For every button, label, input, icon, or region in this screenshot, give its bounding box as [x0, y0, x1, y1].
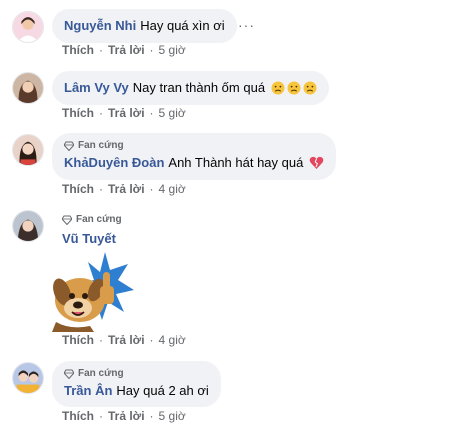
- comment-bubble: Fan cứng Trần Ân Hay quá 2 ah ơi: [52, 361, 221, 407]
- separator-dot: ·: [99, 182, 103, 196]
- comment-text: Nay tran thành ốm quá: [132, 80, 266, 95]
- reply-link[interactable]: Trả lời: [108, 182, 145, 197]
- avatar-image: [13, 135, 43, 165]
- separator-dot: ·: [149, 182, 154, 196]
- timestamp-link[interactable]: 5 giờ: [159, 106, 186, 121]
- comment-author[interactable]: Nguyễn Nhi: [64, 18, 136, 33]
- sad-face-icon: [303, 81, 317, 99]
- separator-dot: ·: [99, 333, 103, 347]
- more-horizontal-icon[interactable]: ···: [238, 18, 255, 32]
- comment-list: Nguyễn Nhi Hay quá xìn ơi ··· Thích · Trả…: [0, 0, 475, 429]
- like-link[interactable]: Thích: [62, 43, 94, 58]
- avatar-image: [13, 211, 43, 241]
- like-link[interactable]: Thích: [62, 106, 94, 121]
- comment-actions: Thích · Trả lời · 4 giờ: [62, 333, 186, 348]
- badge-label: Fan cứng: [76, 214, 122, 225]
- timestamp-link[interactable]: 5 giờ: [159, 43, 186, 58]
- reply-link[interactable]: Trả lời: [108, 43, 145, 58]
- separator-dot: ·: [149, 43, 154, 57]
- avatar[interactable]: [12, 72, 44, 104]
- separator-dot: ·: [149, 409, 154, 423]
- separator-dot: ·: [149, 106, 154, 120]
- reply-link[interactable]: Trả lời: [108, 409, 145, 424]
- broken-heart-icon: [309, 156, 324, 174]
- like-link[interactable]: Thích: [62, 182, 94, 197]
- fan-badge: Fan cứng: [64, 140, 324, 152]
- comment-actions: Thích · Trả lời · 5 giờ: [62, 43, 186, 58]
- comment-text: Hay quá 2 ah ơi: [116, 383, 209, 398]
- avatar-image: [13, 12, 43, 42]
- diamond-icon: [62, 215, 72, 225]
- reply-link[interactable]: Trả lời: [108, 106, 145, 121]
- comment-author[interactable]: Lâm Vy Vy: [64, 80, 129, 95]
- separator-dot: ·: [99, 106, 103, 120]
- badge-label: Fan cứng: [78, 368, 124, 379]
- timestamp-link[interactable]: 4 giờ: [159, 333, 186, 348]
- sad-face-icon: [287, 81, 301, 99]
- comment-bubble: Nguyễn Nhi Hay quá xìn ơi: [52, 9, 237, 43]
- comment-author[interactable]: Vũ Tuyết: [62, 231, 116, 246]
- diamond-icon: [64, 369, 74, 379]
- like-link[interactable]: Thích: [62, 333, 94, 348]
- comment-actions: Thích · Trả lời · 4 giờ: [62, 182, 186, 197]
- avatar[interactable]: [12, 134, 44, 166]
- comment-text: Hay quá xìn ơi: [140, 18, 225, 33]
- comment-bubble: Fan cứng KhảDuyên Đoàn Anh Thành hát hay …: [52, 133, 336, 180]
- like-link[interactable]: Thích: [62, 409, 94, 424]
- comment-actions: Thích · Trả lời · 5 giờ: [62, 409, 186, 424]
- fan-badge: Fan cứng: [64, 368, 209, 380]
- comment-bubble: Lâm Vy Vy Nay tran thành ốm quá: [52, 71, 329, 105]
- comment-text: Anh Thành hát hay quá: [168, 155, 304, 170]
- avatar[interactable]: [12, 362, 44, 394]
- comment-author[interactable]: KhảDuyên Đoàn: [64, 155, 164, 170]
- avatar-image: [13, 73, 43, 103]
- sad-face-icon: [271, 81, 285, 99]
- dog-thumbs-up-sticker[interactable]: [50, 250, 134, 337]
- comment-header: Fan cứng Vũ Tuyết: [62, 214, 122, 247]
- fan-badge: Fan cứng: [62, 214, 122, 226]
- avatar[interactable]: [12, 11, 44, 43]
- avatar-image: [13, 363, 43, 393]
- timestamp-link[interactable]: 4 giờ: [159, 182, 186, 197]
- avatar[interactable]: [12, 210, 44, 242]
- reply-link[interactable]: Trả lời: [108, 333, 145, 348]
- comment-author[interactable]: Trần Ân: [64, 383, 112, 398]
- separator-dot: ·: [99, 43, 103, 57]
- comment-actions: Thích · Trả lời · 5 giờ: [62, 106, 186, 121]
- separator-dot: ·: [99, 409, 103, 423]
- diamond-icon: [64, 141, 74, 151]
- timestamp-link[interactable]: 5 giờ: [159, 409, 186, 424]
- separator-dot: ·: [149, 333, 154, 347]
- badge-label: Fan cứng: [78, 140, 124, 151]
